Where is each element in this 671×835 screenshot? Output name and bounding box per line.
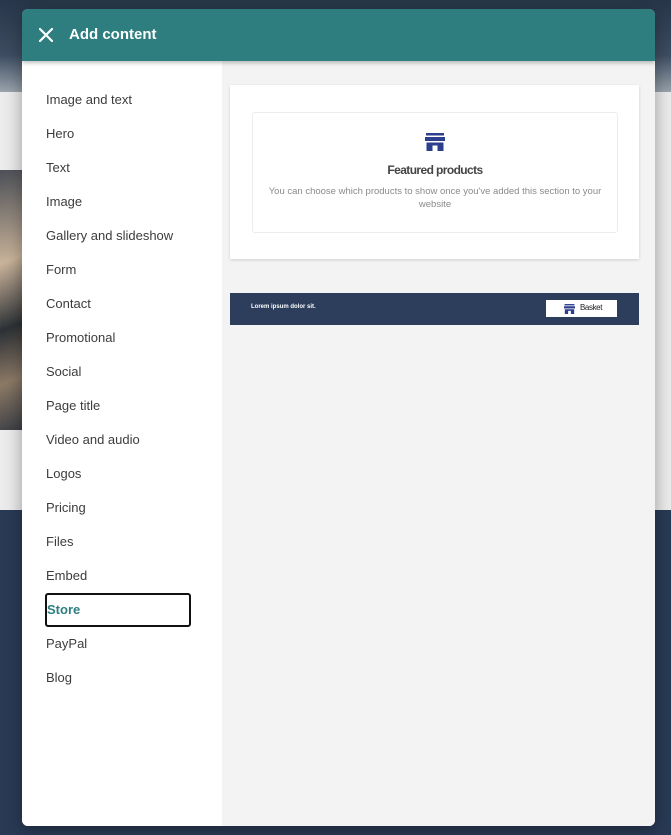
- sidebar-item-image[interactable]: Image: [45, 185, 191, 219]
- add-content-dialog: Add content Image and text Hero Text Ima…: [22, 9, 655, 826]
- sidebar-item-paypal[interactable]: PayPal: [45, 627, 191, 661]
- close-icon: [38, 27, 54, 43]
- sidebar-item-pricing[interactable]: Pricing: [45, 491, 191, 525]
- store-icon: [564, 304, 575, 314]
- content-type-sidebar: Image and text Hero Text Image Gallery a…: [22, 61, 222, 826]
- sidebar-item-logos[interactable]: Logos: [45, 457, 191, 491]
- sidebar-item-text[interactable]: Text: [45, 151, 191, 185]
- sidebar-item-files[interactable]: Files: [45, 525, 191, 559]
- dialog-header: Add content: [22, 9, 655, 61]
- sidebar-item-hero[interactable]: Hero: [45, 117, 191, 151]
- basket-bar-section-card[interactable]: Lorem ipsum dolor sit. Basket: [230, 293, 639, 325]
- sidebar-item-embed[interactable]: Embed: [45, 559, 191, 593]
- sidebar-item-gallery-and-slideshow[interactable]: Gallery and slideshow: [45, 219, 191, 253]
- sidebar-item-promotional[interactable]: Promotional: [45, 321, 191, 355]
- section-preview-panel: Featured products You can choose which p…: [222, 61, 655, 826]
- basket-button-label: Basket: [580, 303, 603, 312]
- sidebar-item-social[interactable]: Social: [45, 355, 191, 389]
- background-image: [0, 170, 24, 430]
- sidebar-item-blog[interactable]: Blog: [45, 661, 191, 695]
- featured-products-description: You can choose which products to show on…: [268, 186, 602, 210]
- featured-products-preview: Featured products You can choose which p…: [252, 112, 618, 233]
- content-type-list: Image and text Hero Text Image Gallery a…: [45, 83, 191, 695]
- basket-bar-text: Lorem ipsum dolor sit.: [251, 304, 316, 310]
- featured-products-section-card[interactable]: Featured products You can choose which p…: [230, 85, 639, 259]
- dialog-title: Add content: [69, 26, 157, 43]
- store-icon: [425, 133, 445, 151]
- featured-products-title: Featured products: [387, 163, 483, 177]
- sidebar-item-page-title[interactable]: Page title: [45, 389, 191, 423]
- sidebar-item-image-and-text[interactable]: Image and text: [45, 83, 191, 117]
- sidebar-item-store[interactable]: Store: [45, 593, 191, 627]
- basket-button-preview: Basket: [546, 300, 617, 317]
- sidebar-item-form[interactable]: Form: [45, 253, 191, 287]
- close-button[interactable]: [34, 23, 58, 47]
- sidebar-item-video-and-audio[interactable]: Video and audio: [45, 423, 191, 457]
- sidebar-item-contact[interactable]: Contact: [45, 287, 191, 321]
